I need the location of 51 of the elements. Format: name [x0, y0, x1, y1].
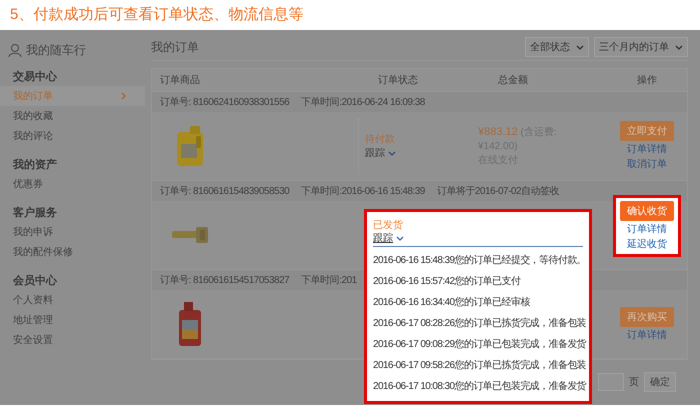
section-heading: 我的资产: [12, 158, 58, 173]
caret-icon: [675, 44, 683, 50]
caret-icon: [388, 150, 396, 156]
order-note: 订单将于2016-07-02自动签收: [436, 184, 560, 198]
caret-icon: [576, 44, 584, 50]
order-time: 下单时间:2016-06-24 16:09:38: [301, 96, 425, 109]
column-header: 总金额: [497, 74, 529, 87]
track-toggle[interactable]: 跟踪: [373, 231, 583, 247]
tracking-event: 2016-06-16 15:48:39您的订单已经提交，等待付款。: [373, 254, 583, 268]
person-icon: [8, 42, 22, 58]
sidebar-item[interactable]: 我的评论: [0, 126, 145, 146]
status-text: 待付款: [365, 132, 396, 146]
order-time: 下单时间:201: [301, 274, 357, 287]
filter-dropdown[interactable]: 三个月内的订单: [594, 37, 688, 57]
column-header: 订单状态: [377, 74, 419, 87]
action-button[interactable]: 确认收货: [620, 201, 674, 221]
sidebar-item[interactable]: 我的配件保修: [0, 242, 145, 262]
tracking-event: 2016-06-16 16:34:40您的订单已经审核: [373, 296, 532, 310]
action-link[interactable]: 延迟收货: [627, 237, 667, 251]
action-link[interactable]: 订单详情: [627, 328, 667, 342]
order-number: 订单号: 8160616154517053827: [160, 274, 290, 287]
action-button[interactable]: 立即支付: [620, 121, 674, 141]
caret-icon: [396, 234, 404, 242]
status-text: 已发货: [373, 219, 404, 231]
order-number: 订单号: 8160624160938301556: [160, 96, 290, 109]
section-heading: 交易中心: [12, 70, 58, 85]
order-number: 订单号: 8160616154839058530: [160, 184, 290, 198]
order-time: 下单时间:2016-06-16 15:48:39: [301, 184, 425, 198]
action-link[interactable]: 订单详情: [627, 222, 667, 236]
sidebar-title: 我的随车行: [26, 42, 86, 58]
banner-title: 5、付款成功后可查看订单状态、物流信息等: [10, 5, 304, 25]
tracking-event: 2016-06-16 15:57:42您的订单已支付: [373, 274, 522, 289]
sidebar-item[interactable]: 优惠券: [0, 174, 145, 194]
sidebar-item[interactable]: 地址管理: [0, 310, 145, 330]
filter-dropdown[interactable]: 全部状态: [525, 37, 589, 57]
sidebar-item[interactable]: 我的申诉: [0, 222, 145, 242]
column-header: 操作: [636, 74, 658, 87]
action-link[interactable]: 订单详情: [627, 142, 667, 156]
sidebar-item[interactable]: 安全设置: [0, 330, 145, 350]
sidebar-item[interactable]: 个人资料: [0, 290, 145, 310]
sidebar-item[interactable]: 我的收藏: [0, 106, 145, 126]
column-header: 订单商品: [159, 74, 201, 87]
track-toggle[interactable]: 跟踪: [365, 146, 438, 160]
action-button[interactable]: 再次购买: [620, 306, 674, 326]
confirm-button[interactable]: 确定: [644, 372, 676, 392]
action-link[interactable]: 取消订单: [627, 157, 667, 171]
page-title: 我的订单: [151, 38, 199, 56]
section-heading: 会员中心: [12, 274, 58, 289]
chevron-icon: [121, 92, 127, 100]
page-label: 页: [629, 376, 639, 389]
section-heading: 客户服务: [12, 206, 58, 221]
